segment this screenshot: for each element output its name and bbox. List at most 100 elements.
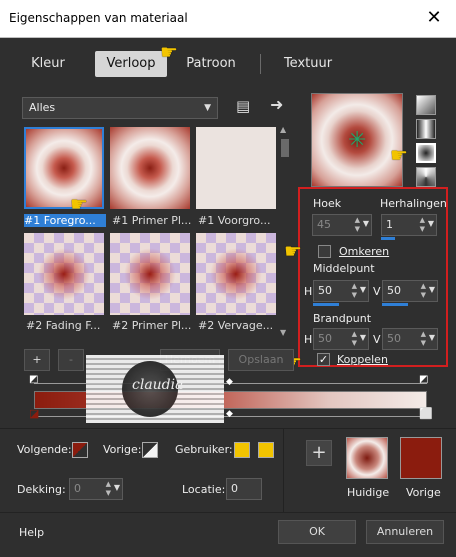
huidige-label: Huidige <box>347 486 390 499</box>
gradient-thumb-2[interactable] <box>110 127 190 209</box>
gradient-thumb-6[interactable] <box>196 233 276 315</box>
stepper-arrows-icon[interactable]: ▲ ▼ <box>421 330 426 348</box>
tab-separator <box>260 54 261 74</box>
herhalingen-label: Herhalingen <box>380 197 447 210</box>
herhalingen-value: 1 <box>386 218 393 231</box>
add-to-swatches-button[interactable]: + <box>306 440 332 466</box>
vorige-label: Vorige: <box>103 443 142 456</box>
brandpunt-v-label: V <box>373 333 381 346</box>
dekking-spinner[interactable]: 0 ▲ ▼ ▼ <box>69 478 123 500</box>
add-stop-button[interactable]: + <box>24 349 50 371</box>
category-select[interactable]: Alles ▼ <box>22 97 218 119</box>
save-button[interactable]: Opslaan <box>228 349 294 371</box>
scroll-up-icon[interactable]: ▲ <box>280 125 286 134</box>
gradient-thumb-3[interactable] <box>196 127 276 209</box>
pointer-hand-icon: ☛ <box>390 143 408 167</box>
dekking-label: Dekking: <box>17 483 66 496</box>
chevron-down-icon[interactable]: ▼ <box>429 333 435 342</box>
chevron-down-icon[interactable]: ▼ <box>428 219 434 228</box>
pointer-hand-icon: ☛ <box>70 192 88 216</box>
stepper-arrows-icon[interactable]: ▲ ▼ <box>352 330 357 348</box>
locatie-label: Locatie: <box>182 483 226 496</box>
watermark-logo: claudia <box>86 355 224 423</box>
chevron-down-icon: ▼ <box>204 103 211 113</box>
stepper-arrows-icon[interactable]: ▲ ▼ <box>421 282 426 300</box>
huidige-swatch[interactable] <box>346 437 388 479</box>
tab-verloop[interactable]: Verloop <box>95 51 167 77</box>
left-color-stop-icon[interactable]: ◪ <box>29 407 39 420</box>
sunburst-style-icon[interactable] <box>416 167 436 187</box>
gebruiker-color-swatch-2[interactable] <box>258 442 274 458</box>
gradient-caption-4: #2 Fading F... <box>26 319 101 332</box>
locatie-field[interactable]: 0 <box>226 478 262 500</box>
middelpunt-v-slider[interactable] <box>382 303 408 306</box>
brandpunt-label: Brandpunt <box>313 312 372 325</box>
middelpunt-h-label: H <box>304 285 313 298</box>
category-value: Alles <box>29 101 56 114</box>
chevron-down-icon[interactable]: ▼ <box>114 483 120 492</box>
brandpunt-h-label: H <box>304 333 313 346</box>
library-book-icon[interactable]: ▤ <box>236 97 250 115</box>
gradient-caption-1: #1 Foregro... <box>24 214 106 227</box>
stepper-arrows-icon[interactable]: ▲ ▼ <box>420 216 425 234</box>
gebruiker-color-swatch-1[interactable] <box>234 442 250 458</box>
radial-style-icon[interactable] <box>416 143 436 163</box>
koppelen-checkbox[interactable]: ✓ <box>317 353 330 366</box>
middelpunt-h-spinner[interactable]: 50 ▲ ▼ ▼ <box>313 280 369 302</box>
cancel-button[interactable]: Annuleren <box>366 520 444 544</box>
brandpunt-v-value: 50 <box>387 332 401 345</box>
hoek-label: Hoek <box>313 197 342 210</box>
linear-style-icon[interactable] <box>416 95 436 115</box>
gradient-thumb-1[interactable] <box>24 127 104 209</box>
brandpunt-v-spinner[interactable]: 50 ▲ ▼ ▼ <box>382 328 438 350</box>
brandpunt-h-spinner[interactable]: 50 ▲ ▼ ▼ <box>313 328 369 350</box>
vorige-color-swatch[interactable] <box>142 442 158 458</box>
tab-patroon[interactable]: Patroon <box>176 51 246 77</box>
scroll-down-icon[interactable]: ▼ <box>280 328 286 337</box>
herhalingen-slider[interactable] <box>381 237 395 240</box>
remove-stop-button[interactable]: - <box>58 349 84 371</box>
herhalingen-spinner[interactable]: 1 ▲ ▼ ▼ <box>381 214 437 236</box>
middelpunt-h-slider[interactable] <box>313 303 339 306</box>
stepper-arrows-icon[interactable]: ▲ ▼ <box>355 216 360 234</box>
window-title: Eigenschappen van materiaal <box>9 11 188 25</box>
middelpunt-v-spinner[interactable]: 50 ▲ ▼ ▼ <box>382 280 438 302</box>
right-color-stop-icon[interactable]: ⬜ <box>419 407 433 420</box>
hoek-spinner[interactable]: 45 ▲ ▼ ▼ <box>312 214 372 236</box>
gradient-caption-5: #2 Primer Pl... <box>112 319 192 332</box>
center-crosshair-icon[interactable]: ✳ <box>348 128 366 153</box>
help-link[interactable]: Help <box>19 526 44 539</box>
ok-button[interactable]: OK <box>278 520 356 544</box>
stepper-arrows-icon[interactable]: ▲ ▼ <box>352 282 357 300</box>
locatie-value: 0 <box>231 482 238 495</box>
divider <box>0 428 456 429</box>
brandpunt-h-value: 50 <box>318 332 332 345</box>
middelpunt-v-label: V <box>373 285 381 298</box>
omkeren-checkbox[interactable] <box>318 245 331 258</box>
right-top-stop-icon[interactable]: ◩ <box>419 374 428 385</box>
chevron-down-icon[interactable]: ▼ <box>429 285 435 294</box>
volgende-color-swatch[interactable] <box>72 442 88 458</box>
gebruiker-label: Gebruiker: <box>175 443 233 456</box>
middelpunt-h-value: 50 <box>318 284 332 297</box>
chevron-down-icon[interactable]: ▼ <box>360 285 366 294</box>
gradient-preview[interactable]: ✳ <box>311 93 403 187</box>
library-scrollbar[interactable]: ▲ ▼ <box>278 125 292 337</box>
left-top-stop-icon[interactable]: ◩ <box>29 374 38 385</box>
arrow-right-icon[interactable]: ➜ <box>270 95 283 114</box>
rectangular-style-icon[interactable] <box>416 119 436 139</box>
midpoint-marker-icon[interactable]: ◆ <box>226 409 233 419</box>
chevron-down-icon[interactable]: ▼ <box>363 219 369 228</box>
stepper-arrows-icon[interactable]: ▲ ▼ <box>106 480 111 498</box>
middelpunt-label: Middelpunt <box>313 262 375 275</box>
chevron-down-icon[interactable]: ▼ <box>360 333 366 342</box>
midpoint-marker-icon[interactable]: ◆ <box>226 377 233 387</box>
tab-kleur[interactable]: Kleur <box>20 51 76 77</box>
divider <box>283 428 284 512</box>
close-icon[interactable]: ✕ <box>422 6 446 30</box>
gradient-thumb-4[interactable] <box>24 233 104 315</box>
vorige-swatch[interactable] <box>400 437 442 479</box>
scrollbar-thumb[interactable] <box>281 139 289 157</box>
gradient-thumb-5[interactable] <box>110 233 190 315</box>
tab-textuur[interactable]: Textuur <box>272 51 344 77</box>
